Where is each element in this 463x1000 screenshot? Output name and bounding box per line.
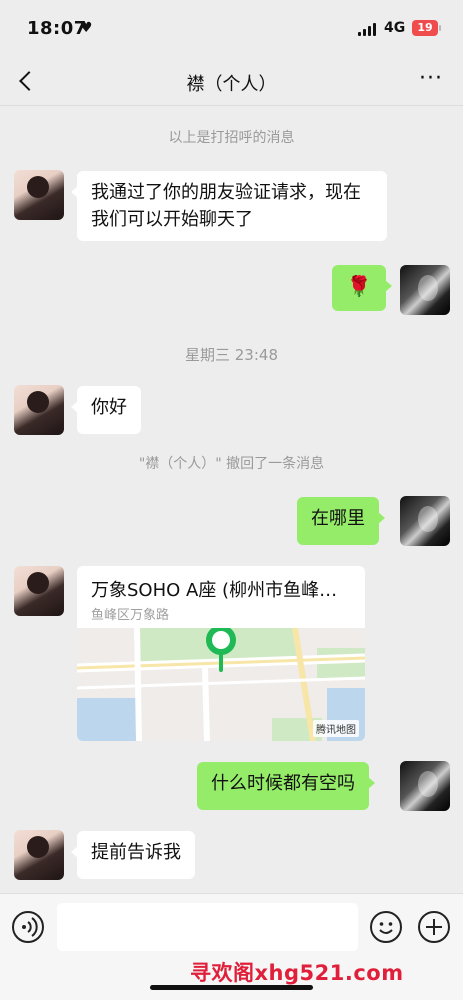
status-bar: 18:07 ♥ 4G 19: [0, 0, 463, 58]
recall-note: "襟（个人）" 撤回了一条消息: [138, 456, 325, 472]
more-icon[interactable]: ···: [419, 68, 443, 90]
greeting-note: 以上是打招呼的消息: [168, 130, 295, 146]
contact-avatar[interactable]: [14, 385, 64, 435]
location-address: 鱼峰区万象路: [91, 608, 170, 623]
my-avatar[interactable]: [400, 761, 450, 811]
outgoing-message[interactable]: 什么时候都有空吗: [197, 762, 375, 810]
network-type: 4G: [384, 20, 406, 36]
outgoing-message[interactable]: 🌹: [332, 265, 392, 311]
voice-icon[interactable]: [12, 911, 44, 943]
status-time: 18:07: [27, 18, 87, 39]
incoming-message[interactable]: 你好: [71, 386, 141, 434]
chat-header: 襟（个人） ···: [0, 58, 463, 106]
site-watermark: 寻欢阁xhg521.com: [190, 961, 404, 985]
contact-avatar[interactable]: [14, 830, 64, 880]
incoming-message[interactable]: 我通过了你的朋友验证请求，现在我们可以开始聊天了: [71, 171, 387, 241]
chat-title: 襟（个人）: [186, 74, 277, 95]
plus-glyph: [426, 919, 442, 935]
battery-cap: [439, 25, 441, 31]
heart-icon: ♥: [80, 20, 93, 36]
emoji-face: [379, 922, 393, 934]
battery-icon: 19: [412, 20, 438, 36]
location-card[interactable]: 万象SOHO A座 (柳州市鱼峰区万象路 鱼峰区万象路 腾讯地图: [77, 566, 365, 741]
contact-avatar[interactable]: [14, 170, 64, 220]
message-input[interactable]: [57, 903, 358, 951]
map-credit: 腾讯地图: [313, 720, 359, 737]
plus-icon[interactable]: [418, 911, 450, 943]
home-indicator[interactable]: [150, 985, 313, 990]
voice-waves: [22, 917, 38, 937]
message-timestamp: 星期三 23:48: [185, 346, 278, 364]
map-pin-icon: [206, 628, 236, 672]
contact-avatar[interactable]: [14, 566, 64, 616]
my-avatar[interactable]: [400, 265, 450, 315]
location-map[interactable]: 腾讯地图: [77, 628, 365, 741]
incoming-message[interactable]: 提前告诉我: [71, 831, 195, 879]
emoji-icon[interactable]: [370, 911, 402, 943]
signal-icon: [358, 22, 378, 36]
location-title: 万象SOHO A座 (柳州市鱼峰区万象路: [91, 580, 353, 601]
my-avatar[interactable]: [400, 496, 450, 546]
outgoing-message[interactable]: 在哪里: [297, 497, 385, 545]
